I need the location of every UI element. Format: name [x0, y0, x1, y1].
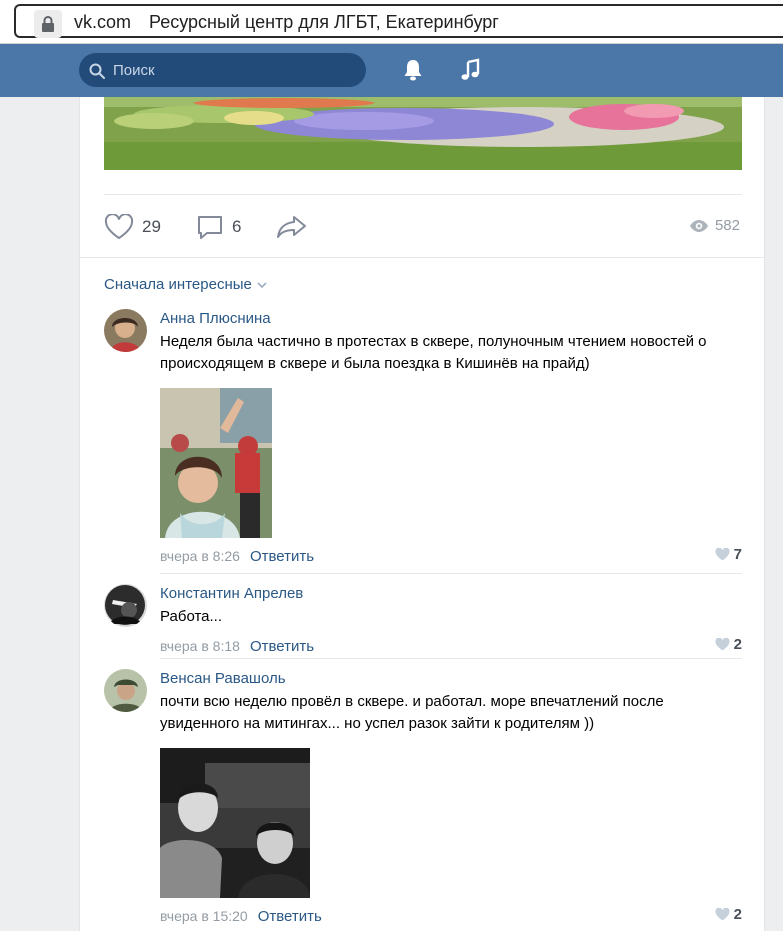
reply-button[interactable]: Ответить — [250, 638, 314, 655]
browser-address-bar: vk.com Ресурсный центр для ЛГБТ, Екатери… — [0, 0, 783, 44]
comment-like-count: 2 — [733, 636, 742, 653]
chevron-down-icon — [257, 281, 267, 288]
search-box[interactable] — [79, 53, 366, 87]
eye-icon — [689, 219, 708, 232]
avatar[interactable] — [104, 309, 147, 352]
comment-author[interactable]: Константин Апрелев — [160, 584, 303, 604]
avatar[interactable] — [104, 584, 147, 627]
comment-date[interactable]: вчера в 8:18 — [160, 638, 240, 654]
comment-text: Неделя была частично в протестах в сквер… — [160, 333, 707, 372]
comment-icon — [198, 216, 222, 239]
comment-body: Константин Апрелев Работа... вчера в 8:1… — [160, 584, 742, 656]
like-button[interactable]: 29 — [104, 213, 161, 241]
views-count: 582 — [714, 217, 740, 234]
heart-icon — [715, 548, 730, 561]
comment-date[interactable]: вчера в 15:20 — [160, 908, 248, 924]
bell-icon[interactable] — [401, 58, 425, 82]
divider — [80, 257, 766, 258]
divider — [160, 573, 742, 574]
address-domain[interactable]: vk.com — [74, 12, 131, 33]
like-count: 29 — [142, 217, 161, 236]
reply-button[interactable]: Ответить — [258, 908, 322, 925]
comment-count: 6 — [232, 217, 242, 236]
comment-text: Работа... — [160, 608, 222, 625]
comment-like-button[interactable]: 2 — [715, 906, 742, 923]
views-counter: 582 — [689, 217, 740, 234]
comment-text: почти всю неделю провёл в сквере. и рабо… — [160, 693, 664, 732]
music-icon[interactable] — [459, 58, 483, 82]
comment-button[interactable]: 6 — [196, 213, 241, 241]
sort-label: Сначала интересные — [104, 276, 252, 293]
lock-icon[interactable] — [34, 10, 62, 38]
heart-icon — [715, 638, 730, 651]
divider — [104, 194, 742, 195]
search-input[interactable] — [113, 53, 353, 87]
comment-photo[interactable] — [160, 748, 310, 898]
search-icon — [89, 63, 105, 79]
address-frame[interactable]: vk.com Ресурсный центр для ЛГБТ, Екатери… — [14, 4, 783, 38]
vk-header — [0, 44, 783, 97]
share-icon — [277, 216, 306, 238]
comment-body: Анна Плюснина Неделя была частично в про… — [160, 309, 742, 566]
comment-meta: вчера в 8:26 Ответить 7 — [160, 546, 742, 566]
sort-dropdown[interactable]: Сначала интересные — [104, 276, 267, 293]
comment-date[interactable]: вчера в 8:26 — [160, 548, 240, 564]
comment-like-button[interactable]: 2 — [715, 636, 742, 653]
heart-icon — [104, 214, 134, 240]
reply-button[interactable]: Ответить — [250, 548, 314, 565]
heart-icon — [715, 908, 730, 921]
page-title: Ресурсный центр для ЛГБТ, Екатеринбург — [149, 12, 499, 32]
post-card: 29 6 582 Сначала интересные Анна Плюснин… — [79, 97, 766, 931]
comment-author[interactable]: Анна Плюснина — [160, 309, 271, 329]
comment-like-button[interactable]: 7 — [715, 546, 742, 563]
comment-photo[interactable] — [160, 388, 272, 538]
comment-meta: вчера в 15:20 Ответить 2 — [160, 906, 742, 926]
divider — [160, 658, 742, 659]
post-photo[interactable] — [104, 97, 742, 170]
avatar[interactable] — [104, 669, 147, 712]
comment-like-count: 7 — [733, 546, 742, 563]
comment-like-count: 2 — [733, 906, 742, 923]
share-button[interactable] — [276, 213, 308, 241]
comment-meta: вчера в 8:18 Ответить 2 — [160, 636, 742, 656]
comment-body: Венсан Равашоль почти всю неделю провёл … — [160, 669, 742, 926]
comment-author[interactable]: Венсан Равашоль — [160, 669, 286, 689]
